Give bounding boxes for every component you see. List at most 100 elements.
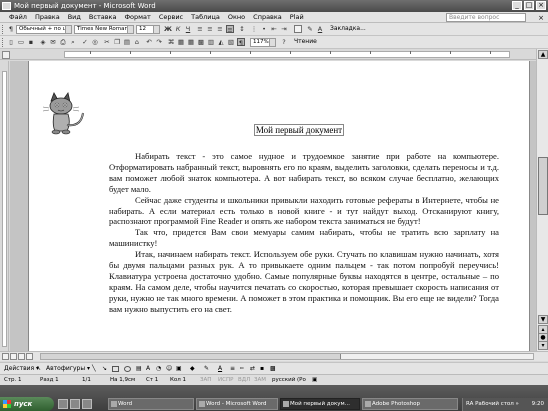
chevron-down-icon[interactable]	[153, 26, 159, 33]
clock[interactable]: 9:20	[532, 398, 544, 411]
paragraph[interactable]: Набирать текст - это самое нудное и труд…	[109, 151, 499, 195]
document-title[interactable]: Мой первый документ	[29, 124, 529, 136]
title-bar[interactable]: Мой первый документ - Microsoft Word _ □…	[0, 0, 548, 12]
minimize-button[interactable]: _	[512, 1, 522, 10]
line-spacing-icon[interactable]: ↕	[238, 25, 246, 33]
chevron-down-icon[interactable]	[65, 26, 71, 33]
zoom-combo[interactable]: 117%	[250, 38, 276, 47]
save-icon[interactable]: ▪	[27, 38, 35, 46]
next-page-icon[interactable]: ▾	[538, 341, 548, 350]
chevron-down-icon[interactable]	[127, 26, 133, 33]
tables-borders-icon[interactable]: ▦	[177, 38, 185, 46]
taskbar-item-word-doc[interactable]: Word - Microsoft Word	[196, 398, 278, 410]
bold-icon[interactable]: Ж	[164, 25, 172, 33]
scroll-down-arrow[interactable]: ▼	[538, 315, 548, 324]
menu-help[interactable]: Справка	[249, 12, 286, 23]
tab-selector[interactable]	[2, 51, 10, 59]
web-view-icon[interactable]	[10, 353, 17, 360]
print-layout-icon[interactable]	[18, 353, 25, 360]
menu-insert[interactable]: Вставка	[85, 12, 121, 23]
insert-excel-icon[interactable]: ▩	[197, 38, 205, 46]
quicklaunch-desktop-icon[interactable]	[58, 399, 68, 409]
menu-tools[interactable]: Сервис	[155, 12, 187, 23]
email-icon[interactable]: ✉	[49, 38, 57, 46]
decrease-indent-icon[interactable]: ⇤	[270, 25, 278, 33]
toolbar-grip[interactable]	[2, 25, 5, 34]
style-combo[interactable]: Обычный + по ц	[16, 25, 72, 34]
show-hide-marks-icon[interactable]: ¶	[237, 38, 245, 47]
menu-window[interactable]: Окно	[224, 12, 249, 23]
spelling-icon[interactable]: ✓	[81, 38, 89, 46]
oval-icon[interactable]	[124, 366, 131, 372]
rectangle-icon[interactable]	[112, 366, 119, 372]
align-left-icon[interactable]: ≡	[196, 25, 204, 33]
help-icon[interactable]: ?	[280, 38, 288, 46]
paragraph[interactable]: Сейчас даже студенты и школьники привыкл…	[109, 195, 499, 228]
quicklaunch-browser-icon[interactable]	[70, 399, 80, 409]
research-icon[interactable]: ◎	[91, 38, 99, 46]
menu-view[interactable]: Вид	[64, 12, 85, 23]
menu-edit[interactable]: Правка	[31, 12, 64, 23]
tray-toolbar[interactable]: RA Рабочий стол »	[466, 398, 519, 411]
outline-view-icon[interactable]	[26, 353, 33, 360]
taskbar-item-word[interactable]: Word	[108, 398, 194, 410]
quicklaunch-media-icon[interactable]	[82, 399, 92, 409]
justify-icon[interactable]: ≡	[226, 25, 234, 34]
open-folder-icon[interactable]: ▭	[17, 38, 25, 46]
horizontal-scrollbar[interactable]	[40, 353, 534, 360]
document-workspace[interactable]: Мой первый документ Набирать текст - это…	[10, 61, 536, 351]
vertical-scrollbar[interactable]: ▲ ▼ ▴ ● ▾	[536, 49, 548, 351]
align-right-icon[interactable]: ≡	[216, 25, 224, 33]
chevron-down-icon[interactable]	[269, 39, 275, 46]
font-size-combo[interactable]: 12	[136, 25, 160, 34]
scroll-thumb[interactable]	[538, 157, 548, 215]
copy-icon[interactable]: ❐	[113, 38, 121, 46]
italic-icon[interactable]: К	[174, 25, 182, 33]
redo-icon[interactable]: ↷	[155, 38, 163, 46]
styles-pane-icon[interactable]: ¶	[7, 25, 15, 33]
vertical-ruler[interactable]	[0, 61, 9, 351]
word-app-icon[interactable]	[2, 2, 11, 10]
document-page[interactable]: Мой первый документ Набирать текст - это…	[28, 61, 530, 351]
undo-icon[interactable]: ↶	[145, 38, 153, 46]
border-icon[interactable]	[294, 25, 302, 33]
paragraph[interactable]: Итак, начинаем набирать текст. Используе…	[109, 249, 499, 314]
menu-play[interactable]: Plaй	[286, 12, 308, 23]
close-button[interactable]: ×	[536, 1, 546, 10]
scroll-up-arrow[interactable]: ▲	[538, 50, 548, 59]
bookmark-button[interactable]: Закладка...	[330, 25, 366, 33]
horizontal-ruler[interactable]	[0, 49, 548, 60]
print-preview-icon[interactable]: ⌕	[69, 38, 77, 46]
align-center-icon[interactable]: ≡	[206, 25, 214, 33]
drawing-icon[interactable]: ◭	[217, 38, 225, 46]
menu-table[interactable]: Таблица	[187, 12, 224, 23]
taskbar-item-photoshop[interactable]: Adobe Photoshop	[362, 398, 458, 410]
underline-icon[interactable]: Ч	[184, 25, 192, 33]
toolbar-grip[interactable]	[2, 38, 5, 47]
hyperlink-icon[interactable]: ⌘	[167, 38, 175, 46]
highlight-icon[interactable]: ✎	[306, 25, 314, 33]
document-map-icon[interactable]: ▧	[227, 38, 235, 46]
horizontal-scroll-thumb[interactable]	[41, 354, 341, 359]
normal-view-icon[interactable]	[2, 353, 9, 360]
font-color-icon[interactable]: A	[316, 25, 324, 33]
new-document-icon[interactable]: ▯	[7, 38, 15, 46]
ask-question-field[interactable]: Введите вопрос	[446, 13, 526, 22]
increase-indent-icon[interactable]: ⇥	[280, 25, 288, 33]
start-button[interactable]: пуск	[0, 397, 54, 411]
insert-table-icon[interactable]: ▦	[187, 38, 195, 46]
numbering-icon[interactable]: ⋮	[250, 25, 258, 33]
menu-file[interactable]: Файл	[0, 12, 31, 23]
maximize-button[interactable]: □	[524, 1, 534, 10]
paragraph[interactable]: Так что, придется Вам свои мемуары самим…	[109, 227, 499, 249]
reading-mode-button[interactable]: Чтение	[294, 38, 317, 46]
print-icon[interactable]: ⎙	[59, 38, 67, 46]
font-combo[interactable]: Times New Roman	[74, 25, 134, 34]
paste-icon[interactable]: ▤	[123, 38, 131, 46]
columns-icon[interactable]: ▥	[207, 38, 215, 46]
bullets-icon[interactable]: •	[260, 25, 268, 33]
menu-format[interactable]: Формат	[120, 12, 154, 23]
permission-icon[interactable]: ◈	[39, 38, 47, 46]
taskbar-item-my-doc[interactable]: Мой первый докум...	[280, 398, 360, 410]
cut-icon[interactable]: ✂	[103, 38, 111, 46]
